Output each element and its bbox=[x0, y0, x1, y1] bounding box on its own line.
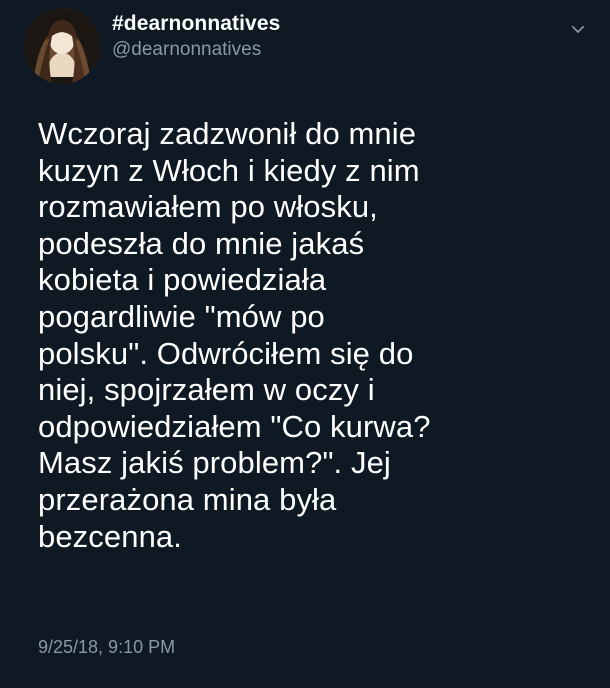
display-name[interactable]: #dearnonnatives bbox=[112, 12, 492, 36]
chevron-down-icon[interactable] bbox=[568, 20, 588, 38]
user-avatar[interactable] bbox=[24, 8, 100, 84]
user-info[interactable]: #dearnonnatives @dearnonnatives bbox=[112, 12, 492, 61]
tweet-timestamp[interactable]: 9/25/18, 9:10 PM bbox=[38, 636, 175, 658]
user-handle[interactable]: @dearnonnatives bbox=[112, 39, 492, 61]
tweet-text: Wczoraj zadzwonił do mnie kuzyn z Włoch … bbox=[38, 116, 431, 554]
tweet-card: #dearnonnatives @dearnonnatives Wczoraj … bbox=[0, 0, 610, 688]
